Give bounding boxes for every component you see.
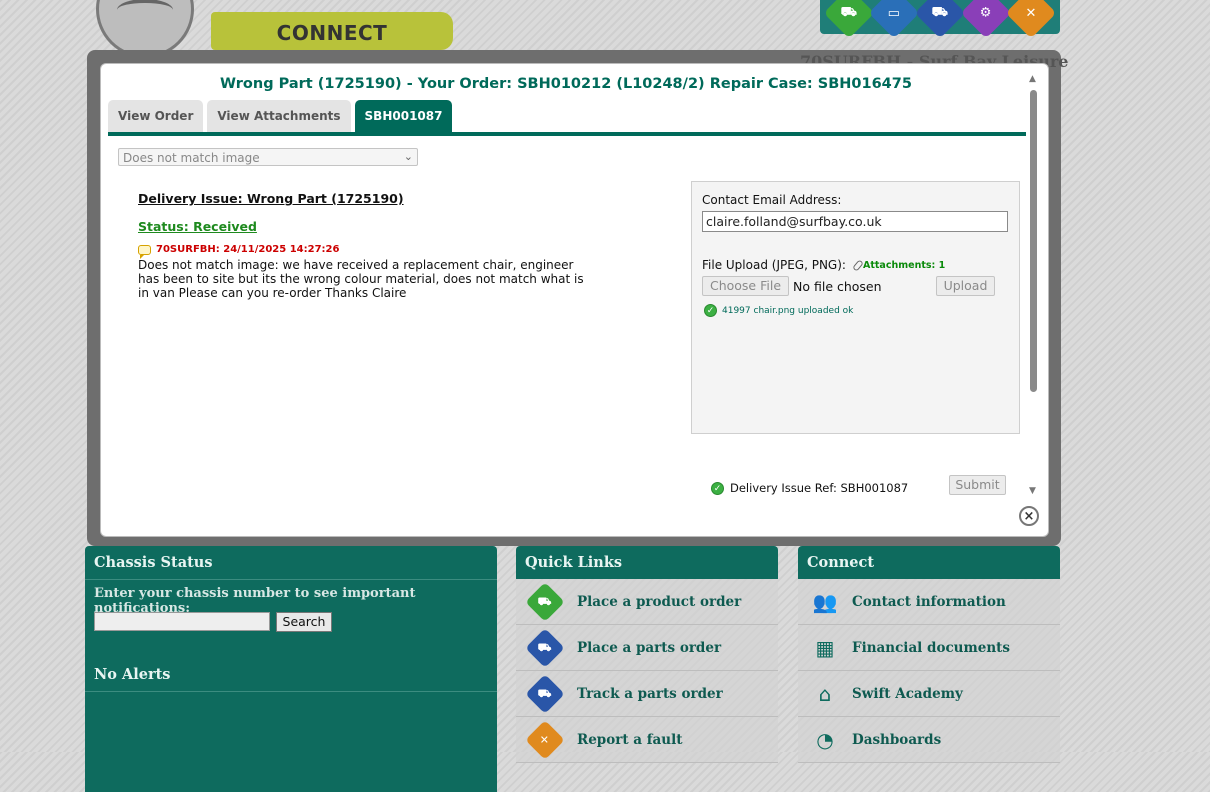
close-icon[interactable]: × bbox=[1019, 506, 1039, 526]
comment-icon bbox=[138, 244, 151, 259]
note-meta: 70SURFBH: 24/11/2025 14:27:26 bbox=[138, 244, 340, 259]
connect-financial-docs[interactable]: ▦ Financial documents bbox=[798, 625, 1060, 671]
tab-view-attachments[interactable]: View Attachments bbox=[207, 100, 351, 132]
issue-reason-value: Does not match image bbox=[123, 151, 260, 165]
quick-links-panel: Quick Links ⛟ Place a product order ⛟ Pl… bbox=[516, 546, 778, 763]
quick-link-label: Place a parts order bbox=[577, 639, 722, 656]
connect-label: Contact information bbox=[852, 593, 1006, 610]
truck-icon[interactable]: ⛟ bbox=[914, 0, 966, 39]
contact-upload-box: Contact Email Address: claire.folland@su… bbox=[691, 181, 1020, 434]
chassis-status-panel: Chassis Status Enter your chassis number… bbox=[85, 546, 497, 675]
academy-icon: ⌂ bbox=[818, 681, 832, 706]
choose-file-button[interactable]: Choose File bbox=[702, 276, 789, 296]
delivery-issue-modal: Wrong Part (1725190) - Your Order: SBH01… bbox=[101, 64, 1048, 536]
alerts-body bbox=[85, 691, 497, 792]
connect-contact-info[interactable]: 👥 Contact information bbox=[798, 579, 1060, 625]
people-icon: 👥 bbox=[812, 589, 838, 614]
gears-icon[interactable]: ⚙ bbox=[960, 0, 1012, 39]
check-circle-icon: ✓ bbox=[711, 481, 724, 495]
connect-swift-academy[interactable]: ⌂ Swift Academy bbox=[798, 671, 1060, 717]
quick-link-track-order[interactable]: ⛟ Track a parts order bbox=[516, 671, 778, 717]
scroll-up-icon[interactable]: ▲ bbox=[1029, 74, 1036, 84]
connect-panel: Connect 👥 Contact information ▦ Financia… bbox=[798, 546, 1060, 763]
no-file-text: No file chosen bbox=[793, 279, 882, 294]
issue-ref-line: ✓ Delivery Issue Ref: SBH001087 bbox=[711, 481, 908, 495]
quick-link-product-order[interactable]: ⛟ Place a product order bbox=[516, 579, 778, 625]
brand-connect-bar: CONNECT bbox=[211, 12, 453, 50]
gauge-icon: ◔ bbox=[816, 727, 834, 752]
laptop-icon[interactable]: ▭ bbox=[868, 0, 920, 39]
connect-dashboards[interactable]: ◔ Dashboards bbox=[798, 717, 1060, 763]
scroll-thumb[interactable] bbox=[1030, 90, 1037, 392]
connect-label: Financial documents bbox=[852, 639, 1011, 656]
caravan-icon: ⛟ bbox=[525, 581, 565, 622]
modal-tabs: View Order View Attachments SBH001087 bbox=[108, 100, 453, 132]
caravan-icon[interactable]: ⛟ bbox=[823, 0, 875, 39]
modal-title: Wrong Part (1725190) - Your Order: SBH01… bbox=[220, 76, 912, 92]
quick-link-label: Report a fault bbox=[577, 731, 683, 748]
email-label: Contact Email Address: bbox=[702, 193, 842, 207]
issue-heading: Delivery Issue: Wrong Part (1725190) bbox=[138, 191, 404, 206]
issue-reason-select[interactable]: Does not match image ⌄ bbox=[118, 148, 418, 166]
tab-view-order[interactable]: View Order bbox=[108, 100, 204, 132]
tab-underline bbox=[108, 132, 1026, 136]
upload-button[interactable]: Upload bbox=[936, 276, 995, 296]
connect-title: Connect bbox=[798, 546, 1060, 579]
scroll-down-icon[interactable]: ▼ bbox=[1029, 486, 1036, 496]
note-author-date: 70SURFBH: 24/11/2025 14:27:26 bbox=[156, 244, 340, 255]
truck-icon: ⛟ bbox=[525, 627, 565, 668]
alerts-title: No Alerts bbox=[85, 658, 497, 691]
attachments-count[interactable]: Attachments: 1 bbox=[852, 259, 946, 272]
chevron-down-icon: ⌄ bbox=[403, 150, 413, 163]
connect-label: Swift Academy bbox=[852, 685, 963, 702]
issue-status: Status: Received bbox=[138, 219, 257, 234]
truck-icon: ⛟ bbox=[525, 673, 565, 714]
alerts-panel: No Alerts bbox=[85, 658, 497, 792]
submit-button[interactable]: Submit bbox=[949, 475, 1006, 495]
modal-scrollbar[interactable]: ▲ ▼ bbox=[1026, 74, 1040, 496]
upload-status-text: 41997 chair.png uploaded ok bbox=[722, 305, 854, 316]
note-text: Does not match image: we have received a… bbox=[138, 258, 584, 300]
quick-link-label: Place a product order bbox=[577, 593, 742, 610]
quick-link-label: Track a parts order bbox=[577, 685, 723, 702]
quick-links-title: Quick Links bbox=[516, 546, 778, 579]
check-circle-icon: ✓ bbox=[704, 304, 717, 317]
upload-status: ✓ 41997 chair.png uploaded ok bbox=[704, 304, 853, 317]
email-field[interactable]: claire.folland@surfbay.co.uk bbox=[702, 211, 1008, 232]
top-nav-icons: ⛟ ▭ ⛟ ⚙ ✕ bbox=[820, 0, 1060, 39]
chassis-input[interactable] bbox=[94, 612, 270, 631]
calculator-icon: ▦ bbox=[815, 635, 835, 660]
chassis-status-title: Chassis Status bbox=[85, 546, 497, 579]
tools-icon: ✕ bbox=[525, 719, 565, 760]
attachments-label: Attachments: 1 bbox=[863, 260, 946, 271]
upload-label: File Upload (JPEG, PNG): bbox=[702, 258, 846, 272]
tab-issue-ref[interactable]: SBH001087 bbox=[354, 100, 453, 132]
search-button[interactable]: Search bbox=[276, 612, 332, 632]
quick-link-report-fault[interactable]: ✕ Report a fault bbox=[516, 717, 778, 763]
quick-link-parts-order[interactable]: ⛟ Place a parts order bbox=[516, 625, 778, 671]
tools-icon[interactable]: ✕ bbox=[1005, 0, 1057, 39]
issue-ref-text: Delivery Issue Ref: SBH001087 bbox=[730, 481, 909, 495]
connect-label: Dashboards bbox=[852, 731, 942, 748]
